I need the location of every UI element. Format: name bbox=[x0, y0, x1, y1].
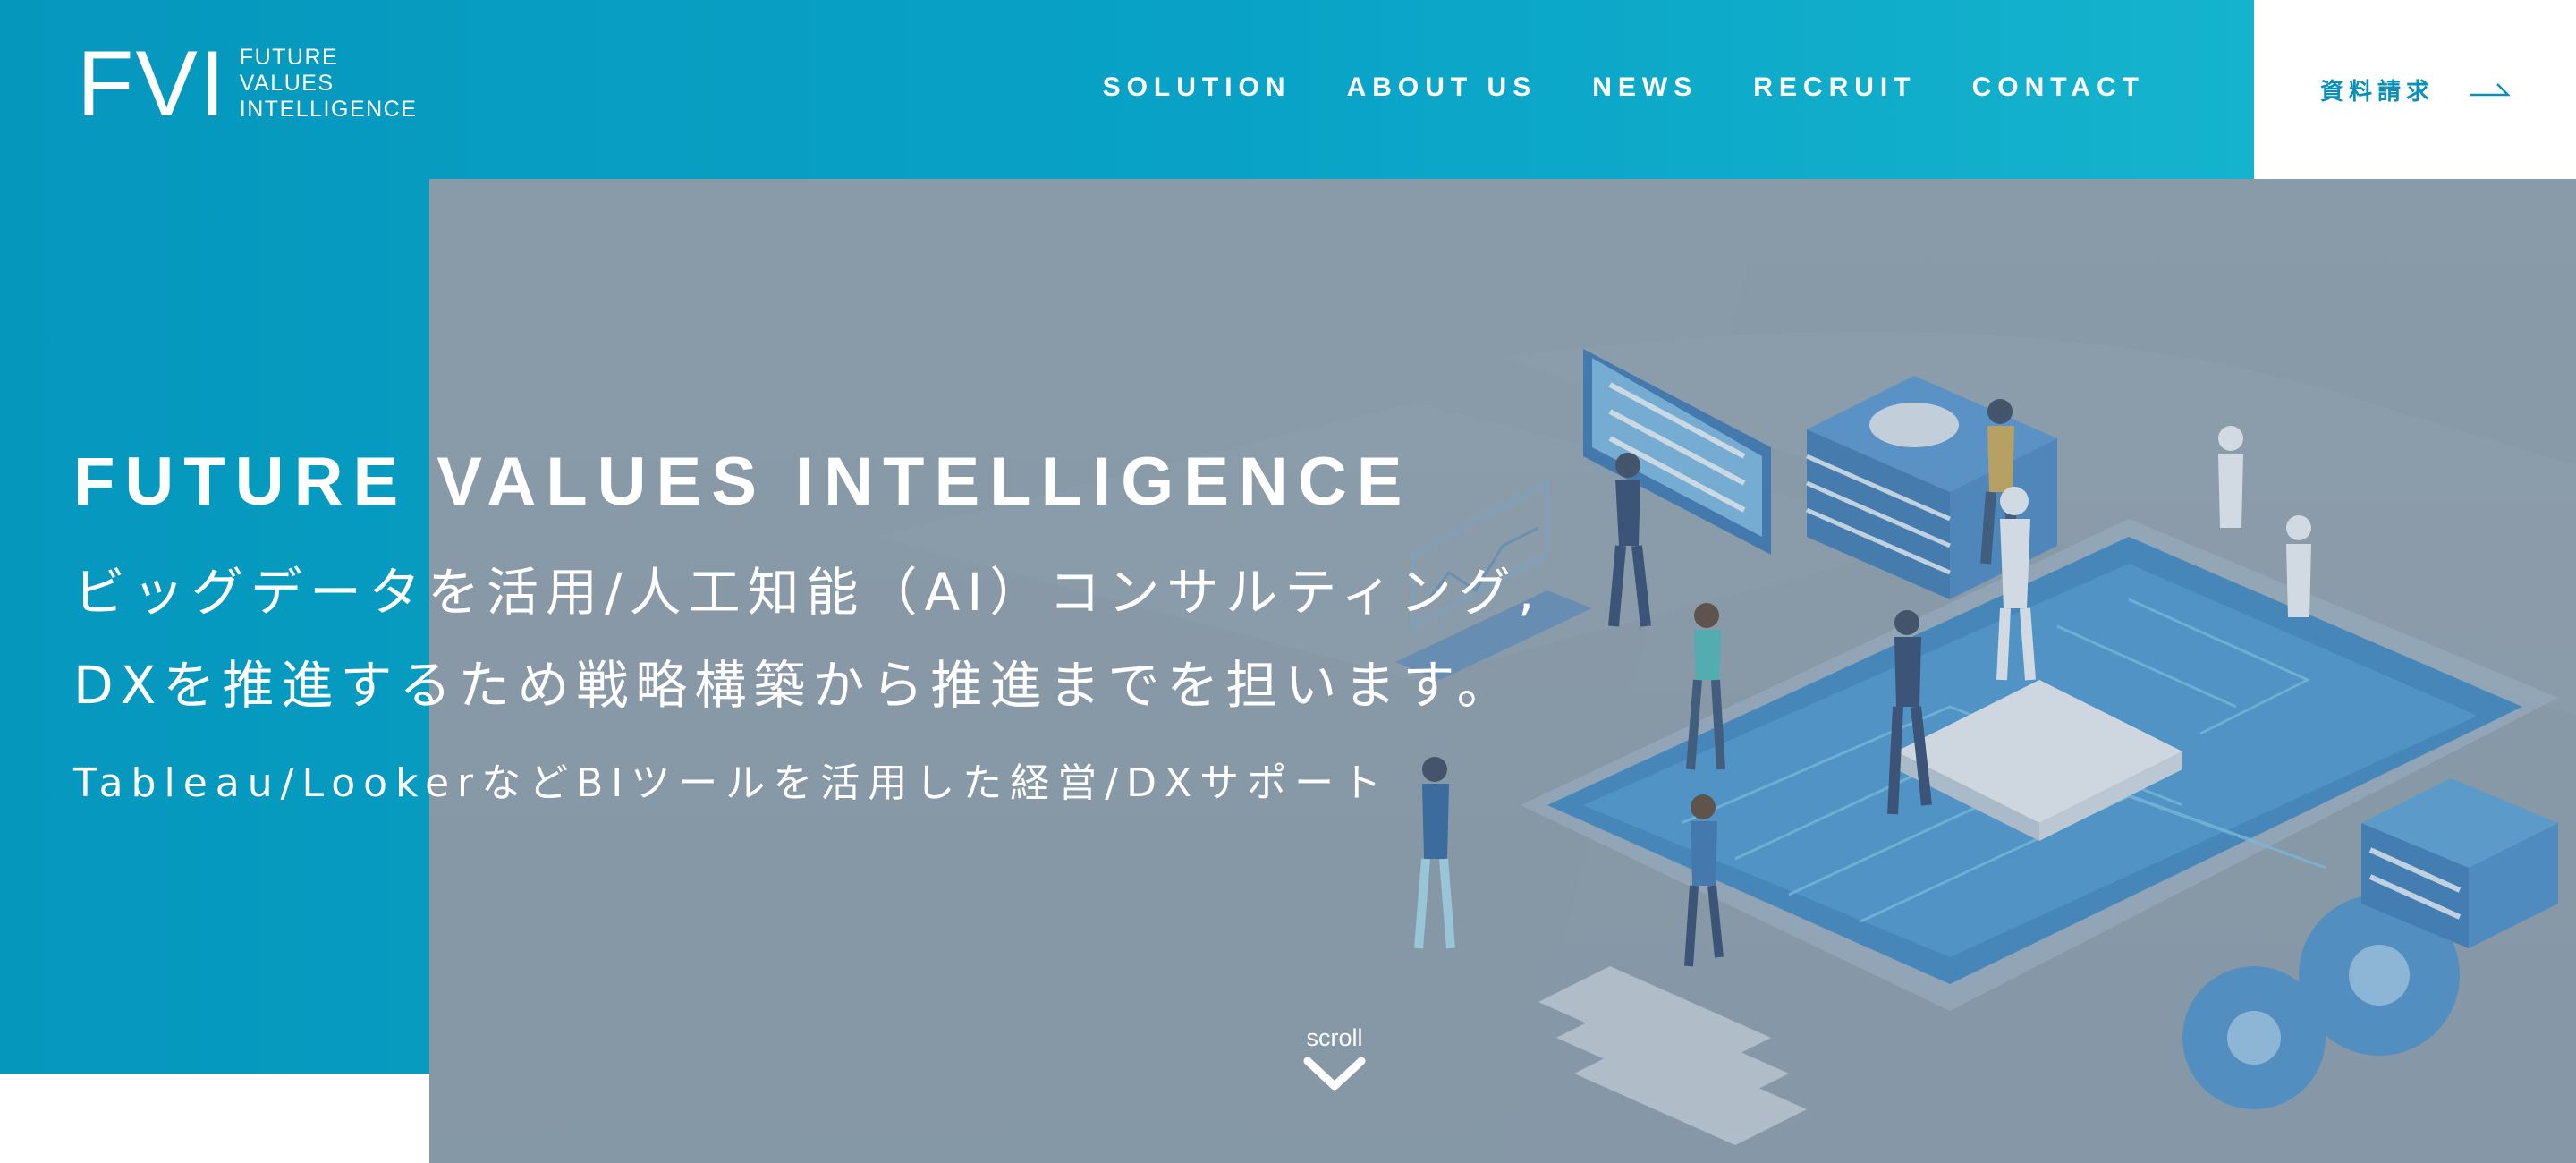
hero-subline: Tableau/LookerなどBIツールを活用した経営/DXサポート bbox=[73, 760, 1390, 806]
logo-mark: FVI bbox=[77, 31, 227, 136]
logo-wordmark: FUTURE VALUES INTELLIGENCE bbox=[240, 45, 418, 123]
logo[interactable]: FVI FUTURE VALUES INTELLIGENCE bbox=[77, 31, 418, 136]
nav-recruit[interactable]: RECRUIT bbox=[1753, 70, 1916, 106]
nav-solution[interactable]: SOLUTION bbox=[1103, 70, 1292, 106]
logo-line: INTELLIGENCE bbox=[239, 97, 418, 122]
hero-tagline-line-2: DXを推進するため戦略構築から推進までを担います。 bbox=[73, 655, 1516, 716]
document-request-label: 資料請求 bbox=[2319, 78, 2435, 106]
logo-line: VALUES bbox=[239, 71, 335, 96]
hero-title: FUTURE VALUES INTELLIGENCE bbox=[73, 444, 1412, 520]
document-request-button[interactable]: 資料請求 bbox=[2254, 0, 2576, 179]
arrow-right-icon bbox=[2470, 83, 2510, 97]
hero-tagline-line-1: ビッグデータを活用/人工知能（AI）コンサルティング, bbox=[73, 562, 1542, 623]
page: FVI FUTURE VALUES INTELLIGENCE SOLUTION … bbox=[0, 0, 2576, 1163]
scroll-label: scroll bbox=[1306, 1024, 1363, 1051]
logo-line: FUTURE bbox=[239, 45, 339, 70]
scroll-indicator[interactable]: scroll bbox=[1281, 1020, 1388, 1093]
nav-about-us[interactable]: ABOUT US bbox=[1347, 70, 1538, 106]
chevron-down-icon bbox=[1303, 1057, 1366, 1091]
nav-news[interactable]: NEWS bbox=[1592, 70, 1698, 106]
nav-contact[interactable]: CONTACT bbox=[1972, 70, 2145, 106]
main-nav: SOLUTION ABOUT US NEWS RECRUIT CONTACT bbox=[1103, 70, 2145, 106]
